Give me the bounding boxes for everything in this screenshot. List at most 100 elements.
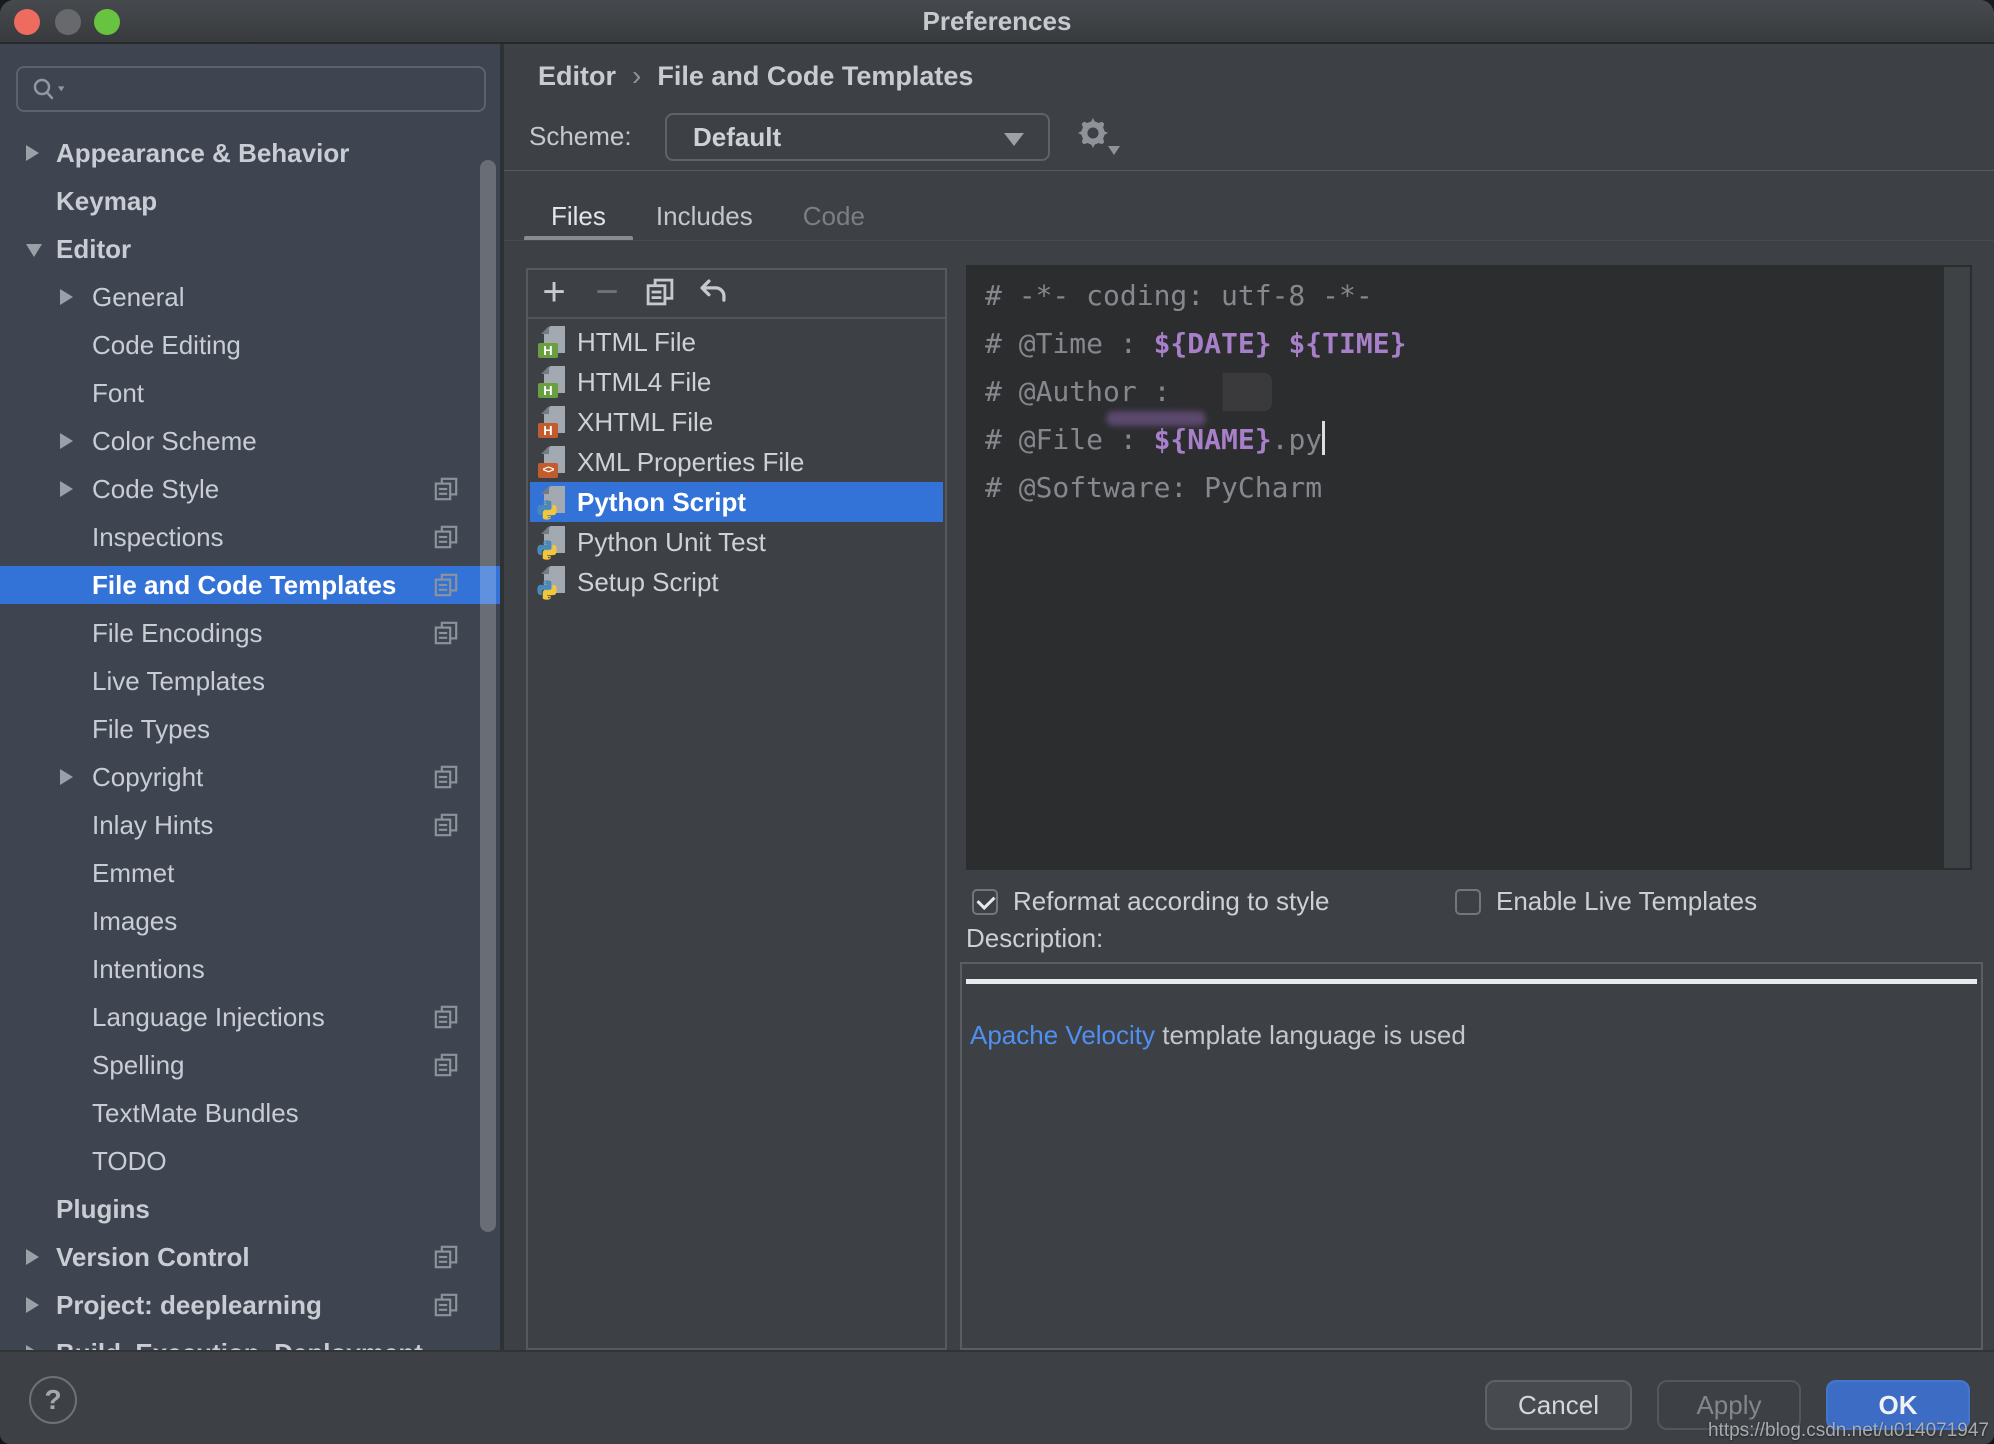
sidebar-item-project-deeplearning[interactable]: Project: deeplearning <box>0 1286 500 1324</box>
breadcrumb-file-and-code-templates: File and Code Templates <box>657 61 974 91</box>
search-icon <box>30 76 70 104</box>
copy-template-button[interactable] <box>638 270 682 316</box>
sidebar-item-code-editing[interactable]: Code Editing <box>0 326 500 364</box>
sidebar-item-file-types[interactable]: File Types <box>0 710 500 748</box>
editor-scrollbar[interactable] <box>1944 267 1970 868</box>
sidebar-item-label: Plugins <box>56 1194 150 1224</box>
chevron-right-icon[interactable] <box>26 145 39 161</box>
sidebar-item-textmate-bundles[interactable]: TextMate Bundles <box>0 1094 500 1132</box>
sidebar-item-label: Version Control <box>56 1242 250 1272</box>
file-fold-shape <box>541 486 549 494</box>
breadcrumb-editor[interactable]: Editor <box>538 61 616 91</box>
zoom-traffic-light-icon[interactable] <box>94 9 120 35</box>
tab-includes[interactable]: Includes <box>656 196 753 240</box>
sidebar-item-label: Inlay Hints <box>92 810 214 840</box>
file-type-icon <box>537 526 565 560</box>
sidebar-item-label: Build, Execution, Deployment <box>56 1334 423 1350</box>
minimize-traffic-light-icon[interactable] <box>55 9 81 35</box>
file-fold-shape <box>541 566 549 574</box>
sidebar-item-inlay-hints[interactable]: Inlay Hints <box>0 806 500 844</box>
sidebar-item-label: Intentions <box>92 954 205 984</box>
tab-files[interactable]: Files <box>524 196 633 241</box>
sidebar-item-build-execution-deployment[interactable]: Build, Execution, Deployment <box>0 1334 500 1350</box>
close-traffic-light-icon[interactable] <box>14 9 40 35</box>
chevron-down-icon <box>1108 146 1120 155</box>
sidebar-item-file-encodings[interactable]: File Encodings <box>0 614 500 652</box>
template-code-editor[interactable]: # -*- coding: utf-8 -*- # @Time : ${DATE}… <box>966 265 1972 870</box>
sidebar-item-spelling[interactable]: Spelling <box>0 1046 500 1084</box>
copy-icon <box>434 765 458 789</box>
copy-icon <box>434 813 458 837</box>
template-item-python-script[interactable]: Python Script <box>530 482 943 522</box>
sidebar-item-appearance-behavior[interactable]: Appearance & Behavior <box>0 134 500 172</box>
search-input[interactable] <box>16 66 486 112</box>
sidebar-item-file-and-code-templates[interactable]: File and Code Templates <box>0 566 500 604</box>
header-separator <box>504 170 1994 171</box>
sidebar-item-label: Live Templates <box>92 666 265 696</box>
add-template-button[interactable]: + <box>532 270 576 316</box>
template-item-setup-script[interactable]: Setup Script <box>530 562 943 602</box>
sidebar-item-plugins[interactable]: Plugins <box>0 1190 500 1228</box>
template-variable: ${DATE} <box>1153 327 1272 360</box>
chevron-down-icon <box>1004 133 1024 146</box>
reformat-label: Reformat according to style <box>1013 886 1330 916</box>
sidebar-item-label: Keymap <box>56 186 158 216</box>
copy-icon <box>434 573 458 597</box>
comment-text: .py <box>1271 423 1323 456</box>
window-title: Preferences <box>922 6 1072 36</box>
main-panel: Editor › File and Code Templates Scheme: D… <box>504 44 1994 1350</box>
sidebar-item-editor[interactable]: Editor <box>0 230 500 268</box>
file-fold-shape <box>541 526 549 534</box>
sidebar-item-emmet[interactable]: Emmet <box>0 854 500 892</box>
scheme-gear-button[interactable] <box>1078 118 1122 158</box>
template-item-xml-properties-file[interactable]: <> XML Properties File <box>530 442 943 482</box>
scheme-dropdown[interactable]: Default <box>665 113 1050 161</box>
sidebar-item-label: Copyright <box>92 762 204 792</box>
sidebar-item-font[interactable]: Font <box>0 374 500 412</box>
sidebar-item-todo[interactable]: TODO <box>0 1142 500 1180</box>
sidebar-item-code-style[interactable]: Code Style <box>0 470 500 508</box>
chevron-right-icon[interactable] <box>60 433 73 449</box>
sidebar-item-version-control[interactable]: Version Control <box>0 1238 500 1276</box>
code-line: # @Author : <box>966 368 1972 416</box>
code-line: # @Software: PyCharm <box>966 464 1972 512</box>
sidebar-item-images[interactable]: Images <box>0 902 500 940</box>
file-type-icon: H <box>538 366 565 398</box>
sidebar-item-intentions[interactable]: Intentions <box>0 950 500 988</box>
sidebar-item-color-scheme[interactable]: Color Scheme <box>0 422 500 460</box>
sidebar-item-inspections[interactable]: Inspections <box>0 518 500 556</box>
template-variable: ${NAME} <box>1153 423 1272 456</box>
tab-code[interactable]: Code <box>803 196 865 240</box>
enable-live-templates-label: Enable Live Templates <box>1496 886 1758 916</box>
sidebar-item-label: Font <box>92 378 145 408</box>
sidebar-item-general[interactable]: General <box>0 278 500 316</box>
sidebar-item-keymap[interactable]: Keymap <box>0 182 500 220</box>
enable-live-templates-checkbox[interactable]: Enable Live Templates <box>1455 886 1757 917</box>
template-item-python-unit-test[interactable]: Python Unit Test <box>530 522 943 562</box>
chevron-right-icon[interactable] <box>26 1297 39 1313</box>
revert-template-button[interactable] <box>691 270 735 316</box>
remove-template-button[interactable]: − <box>585 270 629 316</box>
breadcrumb-separator: › <box>632 60 642 91</box>
chevron-right-icon[interactable] <box>26 1249 39 1265</box>
reformat-checkbox[interactable]: Reformat according to style <box>972 886 1329 917</box>
template-item-html4-file[interactable]: H HTML4 File <box>530 362 943 402</box>
chevron-down-icon[interactable] <box>26 244 42 257</box>
cancel-button[interactable]: Cancel <box>1485 1380 1632 1430</box>
chevron-right-icon[interactable] <box>60 289 73 305</box>
template-item-xhtml-file[interactable]: H XHTML File <box>530 402 943 442</box>
gear-icon <box>1078 118 1108 148</box>
chevron-right-icon[interactable] <box>60 481 73 497</box>
apache-velocity-link[interactable]: Apache Velocity <box>970 1020 1155 1050</box>
file-fold-shape <box>541 446 549 454</box>
sidebar-item-live-templates[interactable]: Live Templates <box>0 662 500 700</box>
sidebar-item-language-injections[interactable]: Language Injections <box>0 998 500 1036</box>
help-button[interactable]: ? <box>29 1376 77 1424</box>
sidebar-scrollbar[interactable] <box>480 160 496 1232</box>
sidebar-item-copyright[interactable]: Copyright <box>0 758 500 796</box>
description-text: Apache Velocity template language is use… <box>970 1020 1466 1051</box>
template-item-html-file[interactable]: H HTML File <box>530 322 943 362</box>
text-cursor <box>1322 421 1326 455</box>
file-type-icon: H <box>538 406 565 438</box>
chevron-right-icon[interactable] <box>60 769 73 785</box>
